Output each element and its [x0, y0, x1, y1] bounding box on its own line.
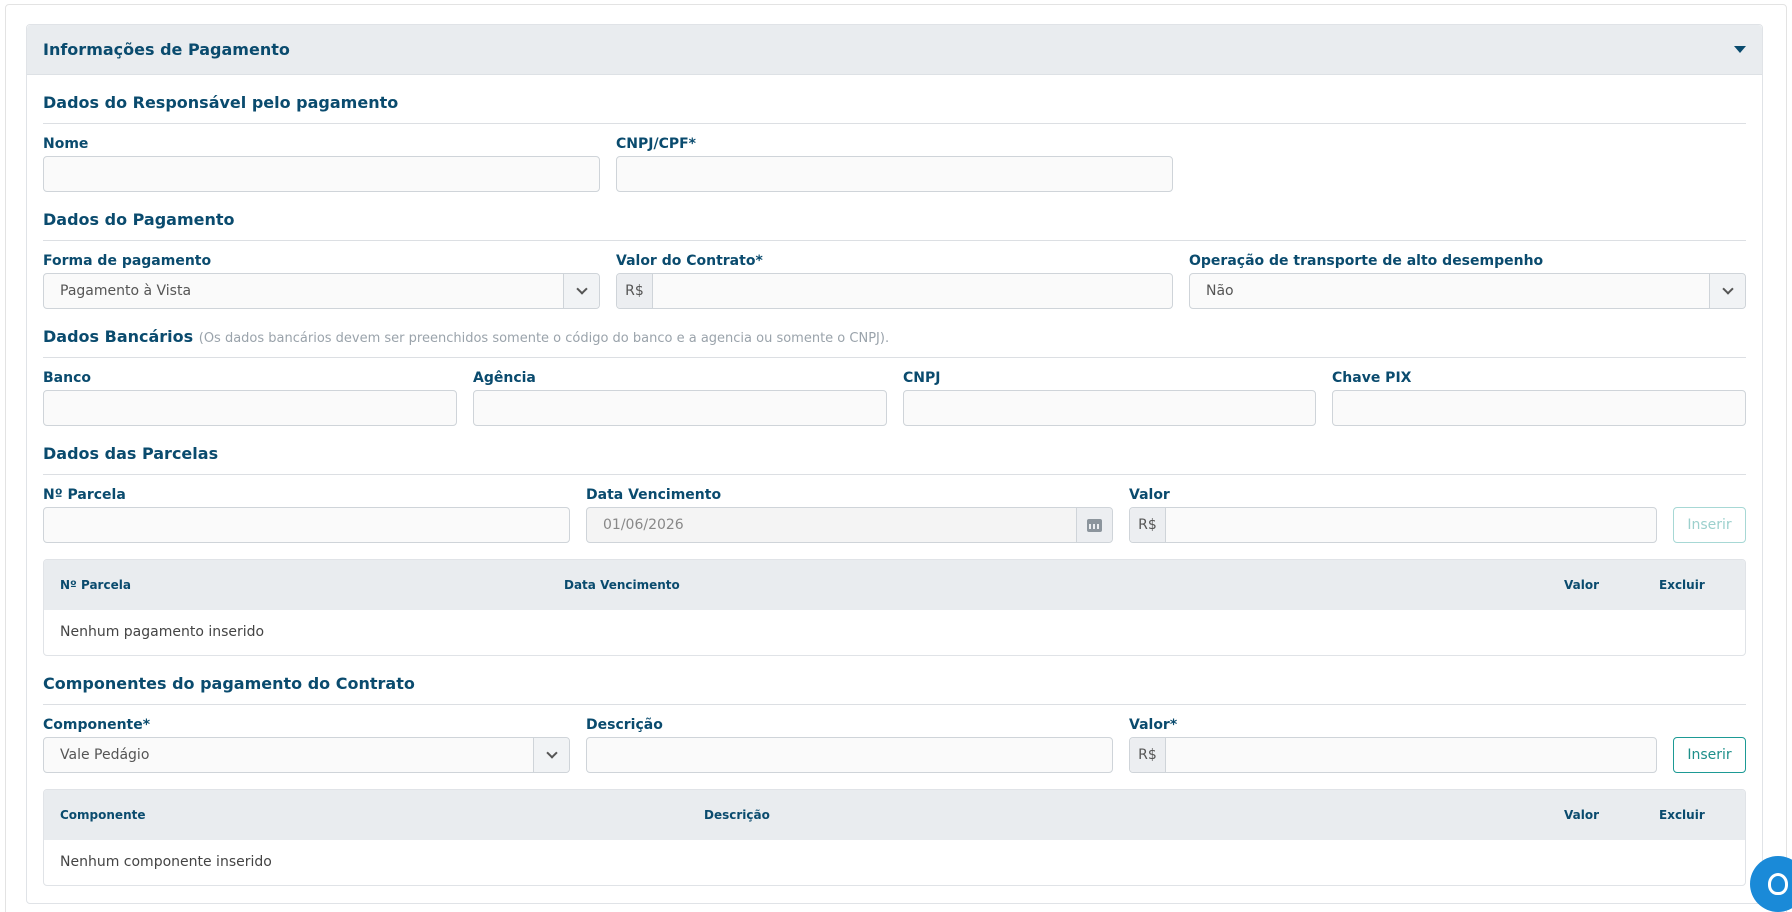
currency-addon: R$ [617, 274, 653, 308]
column-header[interactable]: Data Vencimento [564, 578, 680, 592]
data-vencimento-value: 01/06/2026 [603, 517, 684, 533]
calendar-button[interactable] [1076, 508, 1112, 542]
data-vencimento-label: Data Vencimento [586, 487, 722, 503]
section-title-pagamento: Dados do Pagamento [43, 210, 235, 229]
section-title-responsavel: Dados do Responsável pelo pagamento [43, 93, 399, 112]
forma-label: Forma de pagamento [43, 253, 212, 269]
operacao-value: Não [1206, 283, 1234, 299]
num-parcela-label: Nº Parcela [43, 487, 126, 503]
empty-message: Nenhum pagamento inserido [60, 624, 265, 640]
cnpjcpf-label: CNPJ/CPF* [616, 136, 696, 152]
divider [43, 357, 1746, 358]
divider [43, 474, 1746, 475]
agencia-input[interactable] [473, 390, 887, 426]
forma-value: Pagamento à Vista [60, 283, 192, 299]
section-title-bancarios: Dados Bancários (Os dados bancários deve… [43, 327, 889, 346]
componente-label: Componente* [43, 717, 151, 733]
table-header: Nº Parcela Data Vencimento Valor Excluir [44, 560, 1745, 610]
column-header[interactable]: Excluir [1659, 578, 1705, 592]
select-toggle[interactable] [533, 738, 569, 772]
empty-message: Nenhum componente inserido [60, 854, 272, 870]
divider [43, 123, 1746, 124]
descricao-input[interactable] [586, 737, 1113, 773]
column-header[interactable]: Valor [1564, 578, 1599, 592]
valor-contrato-input[interactable]: R$ [616, 273, 1173, 309]
panel-title: Informações de Pagamento [43, 40, 290, 59]
operacao-label: Operação de transporte de alto desempenh… [1189, 253, 1544, 269]
cnpjcpf-input[interactable] [616, 156, 1173, 192]
valor-componente-input[interactable]: R$ [1129, 737, 1657, 773]
bancarios-note: (Os dados bancários devem ser preenchido… [198, 331, 890, 346]
banco-label: Banco [43, 370, 92, 386]
column-header[interactable]: Valor [1564, 808, 1599, 822]
nome-input[interactable] [43, 156, 600, 192]
support-agent-icon [1768, 873, 1788, 895]
inserir-parcela-button[interactable]: Inserir [1673, 507, 1746, 543]
nome-label: Nome [43, 136, 89, 152]
operacao-select[interactable]: Não [1189, 273, 1746, 309]
parcelas-table: Nº Parcela Data Vencimento Valor Excluir… [43, 559, 1746, 656]
forma-pagamento-select[interactable]: Pagamento à Vista [43, 273, 600, 309]
column-header[interactable]: Componente [60, 808, 146, 822]
chevron-down-icon [1721, 283, 1734, 295]
chevron-down-icon [575, 283, 588, 295]
data-vencimento-input[interactable]: 01/06/2026 [586, 507, 1113, 543]
inserir-componente-button[interactable]: Inserir [1673, 737, 1746, 773]
divider [43, 704, 1746, 705]
pix-label: Chave PIX [1332, 370, 1412, 386]
panel-header[interactable]: Informações de Pagamento [27, 25, 1762, 75]
select-toggle[interactable] [563, 274, 599, 308]
caret-down-icon[interactable] [1734, 46, 1746, 53]
componente-value: Vale Pedágio [60, 747, 150, 763]
column-header[interactable]: Nº Parcela [60, 578, 131, 592]
bancarios-title: Dados Bancários [43, 327, 194, 346]
currency-addon: R$ [1130, 738, 1166, 772]
cnpj-label: CNPJ [903, 370, 941, 386]
num-parcela-input[interactable] [43, 507, 570, 543]
banco-input[interactable] [43, 390, 457, 426]
column-header[interactable]: Excluir [1659, 808, 1705, 822]
divider [43, 240, 1746, 241]
section-title-parcelas: Dados das Parcelas [43, 444, 219, 463]
agencia-label: Agência [473, 370, 536, 386]
currency-addon: R$ [1130, 508, 1166, 542]
descricao-label: Descrição [586, 717, 663, 733]
chevron-down-icon [545, 747, 558, 759]
section-title-componentes: Componentes do pagamento do Contrato [43, 674, 415, 693]
componentes-table: Componente Descrição Valor Excluir Nenhu… [43, 789, 1746, 886]
valor-parcela-label: Valor [1129, 487, 1170, 503]
valor-contrato-label: Valor do Contrato* [616, 253, 763, 269]
select-toggle[interactable] [1709, 274, 1745, 308]
calendar-icon [1087, 518, 1102, 532]
pix-input[interactable] [1332, 390, 1746, 426]
column-header[interactable]: Descrição [704, 808, 770, 822]
table-header: Componente Descrição Valor Excluir [44, 790, 1745, 840]
valor-componente-label: Valor* [1129, 717, 1178, 733]
componente-select[interactable]: Vale Pedágio [43, 737, 570, 773]
valor-parcela-input[interactable]: R$ [1129, 507, 1657, 543]
cnpj-input[interactable] [903, 390, 1316, 426]
